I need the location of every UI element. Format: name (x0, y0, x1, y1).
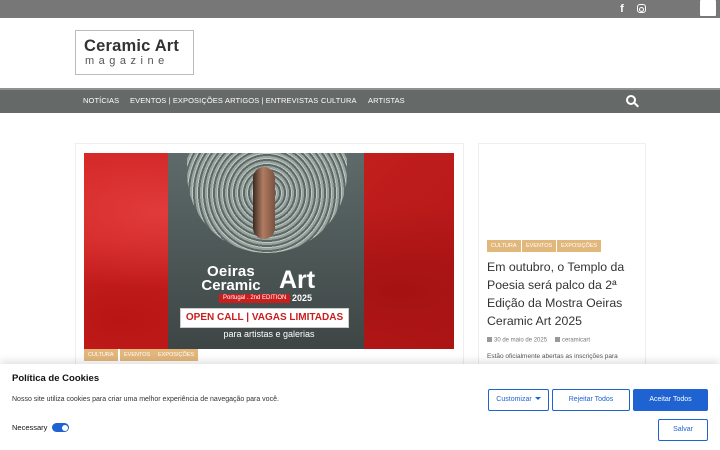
nav-item-eventos-exposicoes[interactable]: EVENTOS | EXPOSIÇÕES (130, 96, 223, 105)
corner-widget[interactable] (700, 0, 716, 16)
facebook-icon[interactable]: f (615, 2, 629, 16)
tag-eventos[interactable]: EVENTOS (120, 349, 155, 361)
nav-item-artigos-entrevistas[interactable]: ARTIGOS | ENTREVISTAS (225, 96, 318, 105)
cookie-description: Nosso site utiliza cookies para criar um… (12, 396, 279, 403)
side-post-title[interactable]: Em outubro, o Templo da Poesia será palc… (487, 258, 637, 330)
hero-callout: OPEN CALL | VAGAS LIMITADAS (180, 308, 349, 328)
site-logo[interactable]: Ceramic Art magazine (75, 30, 194, 75)
search-icon[interactable] (626, 95, 639, 108)
main-navigation: NOTÍCIAS EVENTOS | EXPOSIÇÕES ARTIGOS | … (0, 88, 720, 113)
hero-subline: para artistas e galerias (223, 329, 315, 339)
side-tag-cultura[interactable]: CULTURA (487, 240, 521, 252)
featured-image[interactable]: Oeiras Ceramic Art Portugal . 2nd EDITIO… (84, 153, 454, 349)
hero-year: 2025 (292, 293, 313, 303)
nav-item-cultura[interactable]: CULTURA (321, 96, 357, 105)
calendar-icon (487, 337, 492, 342)
cookie-title: Política de Cookies (12, 373, 100, 384)
caret-down-icon (534, 397, 541, 400)
user-icon (555, 337, 560, 342)
hero-title-art: Art (279, 266, 316, 294)
save-button[interactable]: Salvar (658, 419, 708, 441)
hero-title-line2: Ceramic (201, 277, 261, 294)
side-tag-exposicoes[interactable]: EXPOSIÇÕES (557, 240, 602, 252)
cookie-banner: Política de Cookies Nosso site utiliza c… (0, 364, 720, 450)
customize-button[interactable]: Customizar (488, 389, 549, 411)
post-author: ceramicart (555, 337, 590, 344)
logo-subtitle: magazine (85, 55, 169, 67)
necessary-label: Necessary (12, 423, 48, 432)
top-social-bar: f (0, 0, 720, 18)
necessary-toggle[interactable] (52, 423, 69, 432)
side-post-excerpt: Estão oficialmente abertas as inscrições… (487, 353, 618, 360)
reject-all-button[interactable]: Rejeitar Todos (552, 389, 630, 411)
nav-item-noticias[interactable]: NOTÍCIAS (83, 96, 119, 105)
post-date: 30 de maio de 2025 (487, 337, 547, 344)
logo-title: Ceramic Art (84, 37, 180, 55)
tag-exposicoes[interactable]: EXPOSIÇÕES (154, 349, 199, 361)
hero-edition: Portugal . 2nd EDITION (219, 294, 291, 303)
instagram-icon[interactable] (634, 2, 648, 16)
side-tag-eventos[interactable]: EVENTOS (522, 240, 557, 252)
accept-all-button[interactable]: Aceitar Todos (633, 389, 708, 411)
nav-item-artistas[interactable]: ARTISTAS (368, 96, 405, 105)
tag-cultura[interactable]: CULTURA (84, 349, 118, 361)
